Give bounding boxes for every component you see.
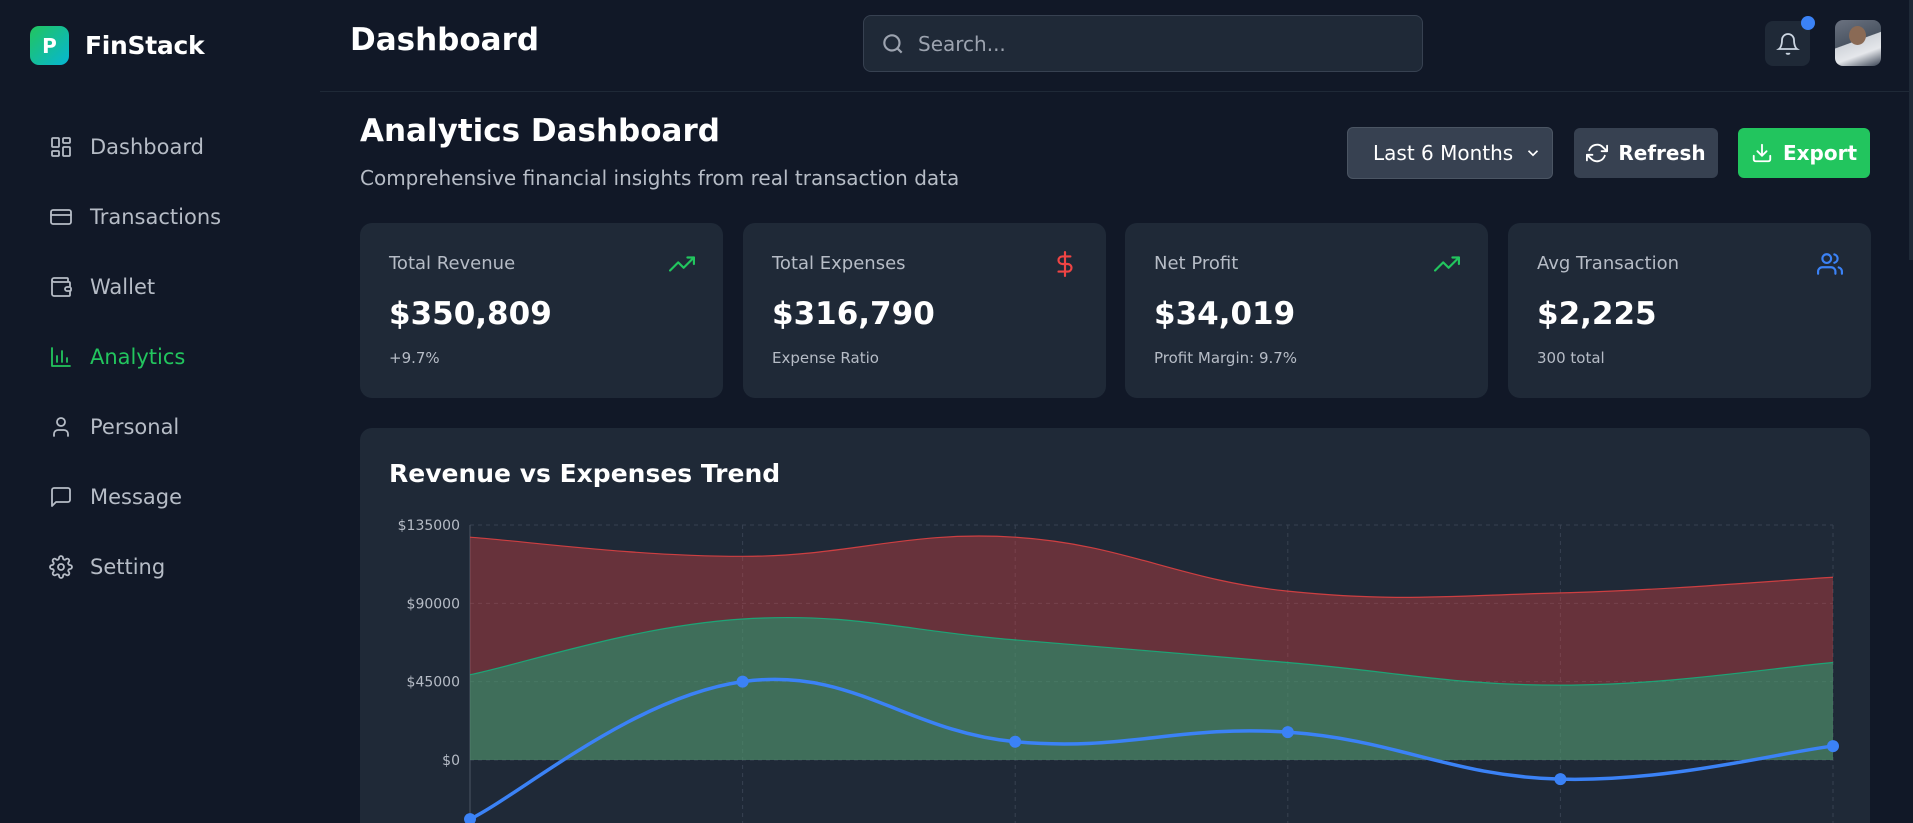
sidebar-item-wallet[interactable]: Wallet — [48, 252, 221, 322]
trending-up-icon — [669, 251, 695, 277]
period-select-value: Last 6 Months — [1373, 141, 1514, 165]
sidebar-item-label: Personal — [90, 415, 180, 439]
sidebar-item-label: Transactions — [90, 205, 222, 229]
refresh-label: Refresh — [1618, 141, 1706, 165]
stat-card-net-profit: Net Profit $34,019 Profit Margin: 9.7% — [1125, 223, 1488, 398]
data-point-0 — [464, 813, 476, 823]
sidebar-item-dashboard[interactable]: Dashboard — [48, 112, 221, 182]
wallet-icon — [48, 274, 74, 300]
sidebar-item-message[interactable]: Message — [48, 462, 221, 532]
sidebar-item-setting[interactable]: Setting — [48, 532, 221, 602]
search-icon — [883, 33, 903, 53]
notifications-button[interactable] — [1765, 16, 1815, 66]
brand-logo: P — [30, 26, 69, 65]
stat-note: 300 total — [1537, 349, 1605, 367]
chevron-down-icon — [1524, 143, 1542, 161]
stat-card-total-revenue: Total Revenue $350,809 +9.7% — [360, 223, 723, 398]
period-select[interactable]: Last 6 Months — [1347, 127, 1553, 179]
y-tick-label: $0 — [442, 753, 460, 769]
sidebar-nav: Dashboard Transactions Wallet Analytics … — [48, 112, 221, 602]
search-input[interactable] — [918, 31, 1398, 56]
sidebar-item-transactions[interactable]: Transactions — [48, 182, 221, 252]
trending-up-icon — [1434, 251, 1460, 277]
analytics-title: Analytics Dashboard — [360, 113, 720, 149]
refresh-icon — [1586, 143, 1609, 163]
stat-value: $316,790 — [772, 296, 935, 332]
stat-value: $350,809 — [389, 296, 552, 332]
data-point-5 — [1827, 740, 1839, 753]
sidebar-item-analytics[interactable]: Analytics — [48, 322, 221, 392]
data-point-3 — [1281, 726, 1294, 739]
refresh-button[interactable]: Refresh — [1574, 128, 1718, 178]
search-box[interactable] — [863, 15, 1423, 72]
dashboard-icon — [48, 134, 74, 160]
brand-name: FinStack — [85, 31, 205, 60]
export-button[interactable]: Export — [1738, 128, 1870, 178]
stat-value: $2,225 — [1537, 296, 1657, 332]
bar-chart-icon — [48, 344, 74, 370]
stat-note: Profit Margin: 9.7% — [1154, 349, 1298, 367]
stat-note: Expense Ratio — [772, 349, 879, 367]
stat-label: Avg Transaction — [1537, 253, 1680, 274]
download-icon — [1752, 143, 1772, 163]
notification-dot — [1801, 16, 1815, 30]
y-tick-label: $45000 — [407, 675, 460, 691]
bell-icon — [1775, 32, 1800, 55]
gear-icon — [48, 554, 74, 580]
data-point-4 — [1554, 773, 1567, 786]
stat-label: Total Revenue — [389, 253, 516, 274]
sidebar: P FinStack Dashboard Transactions Wallet — [0, 0, 320, 823]
user-icon — [48, 414, 74, 440]
brand[interactable]: P FinStack — [30, 26, 205, 65]
stat-label: Net Profit — [1154, 253, 1239, 274]
sidebar-item-label: Dashboard — [90, 135, 204, 159]
message-icon — [48, 484, 74, 510]
export-label: Export — [1782, 141, 1858, 165]
stat-value: $34,019 — [1154, 296, 1296, 332]
stat-card-total-expenses: Total Expenses $316,790 Expense Ratio — [743, 223, 1106, 398]
analytics-subtitle: Comprehensive financial insights from re… — [360, 166, 960, 190]
scrollbar[interactable] — [1909, 0, 1913, 260]
stat-note: +9.7% — [389, 349, 440, 367]
chart-canvas: $135000 $90000 $45000 $0 — [398, 518, 1839, 823]
y-tick-label: $135000 — [398, 518, 460, 534]
credit-card-icon — [48, 204, 74, 230]
data-point-1 — [736, 675, 749, 688]
y-tick-label: $90000 — [407, 596, 460, 612]
users-icon — [1817, 251, 1843, 277]
sidebar-item-label: Analytics — [90, 345, 186, 369]
stat-label: Total Expenses — [772, 253, 906, 274]
sidebar-item-personal[interactable]: Personal — [48, 392, 221, 462]
sidebar-item-label: Message — [90, 485, 183, 509]
sidebar-item-label: Setting — [90, 555, 166, 579]
sidebar-item-label: Wallet — [90, 275, 156, 299]
avatar[interactable] — [1835, 20, 1881, 66]
revenue-expenses-chart: Revenue vs Expenses Trend $135000 $90000 $… — [360, 428, 1870, 823]
page-title: Dashboard — [350, 22, 540, 58]
top-header: Dashboard — [320, 0, 1913, 92]
dollar-icon — [1052, 251, 1078, 277]
stat-card-avg-transaction: Avg Transaction $2,225 300 total — [1508, 223, 1871, 398]
data-point-2 — [1009, 735, 1022, 748]
